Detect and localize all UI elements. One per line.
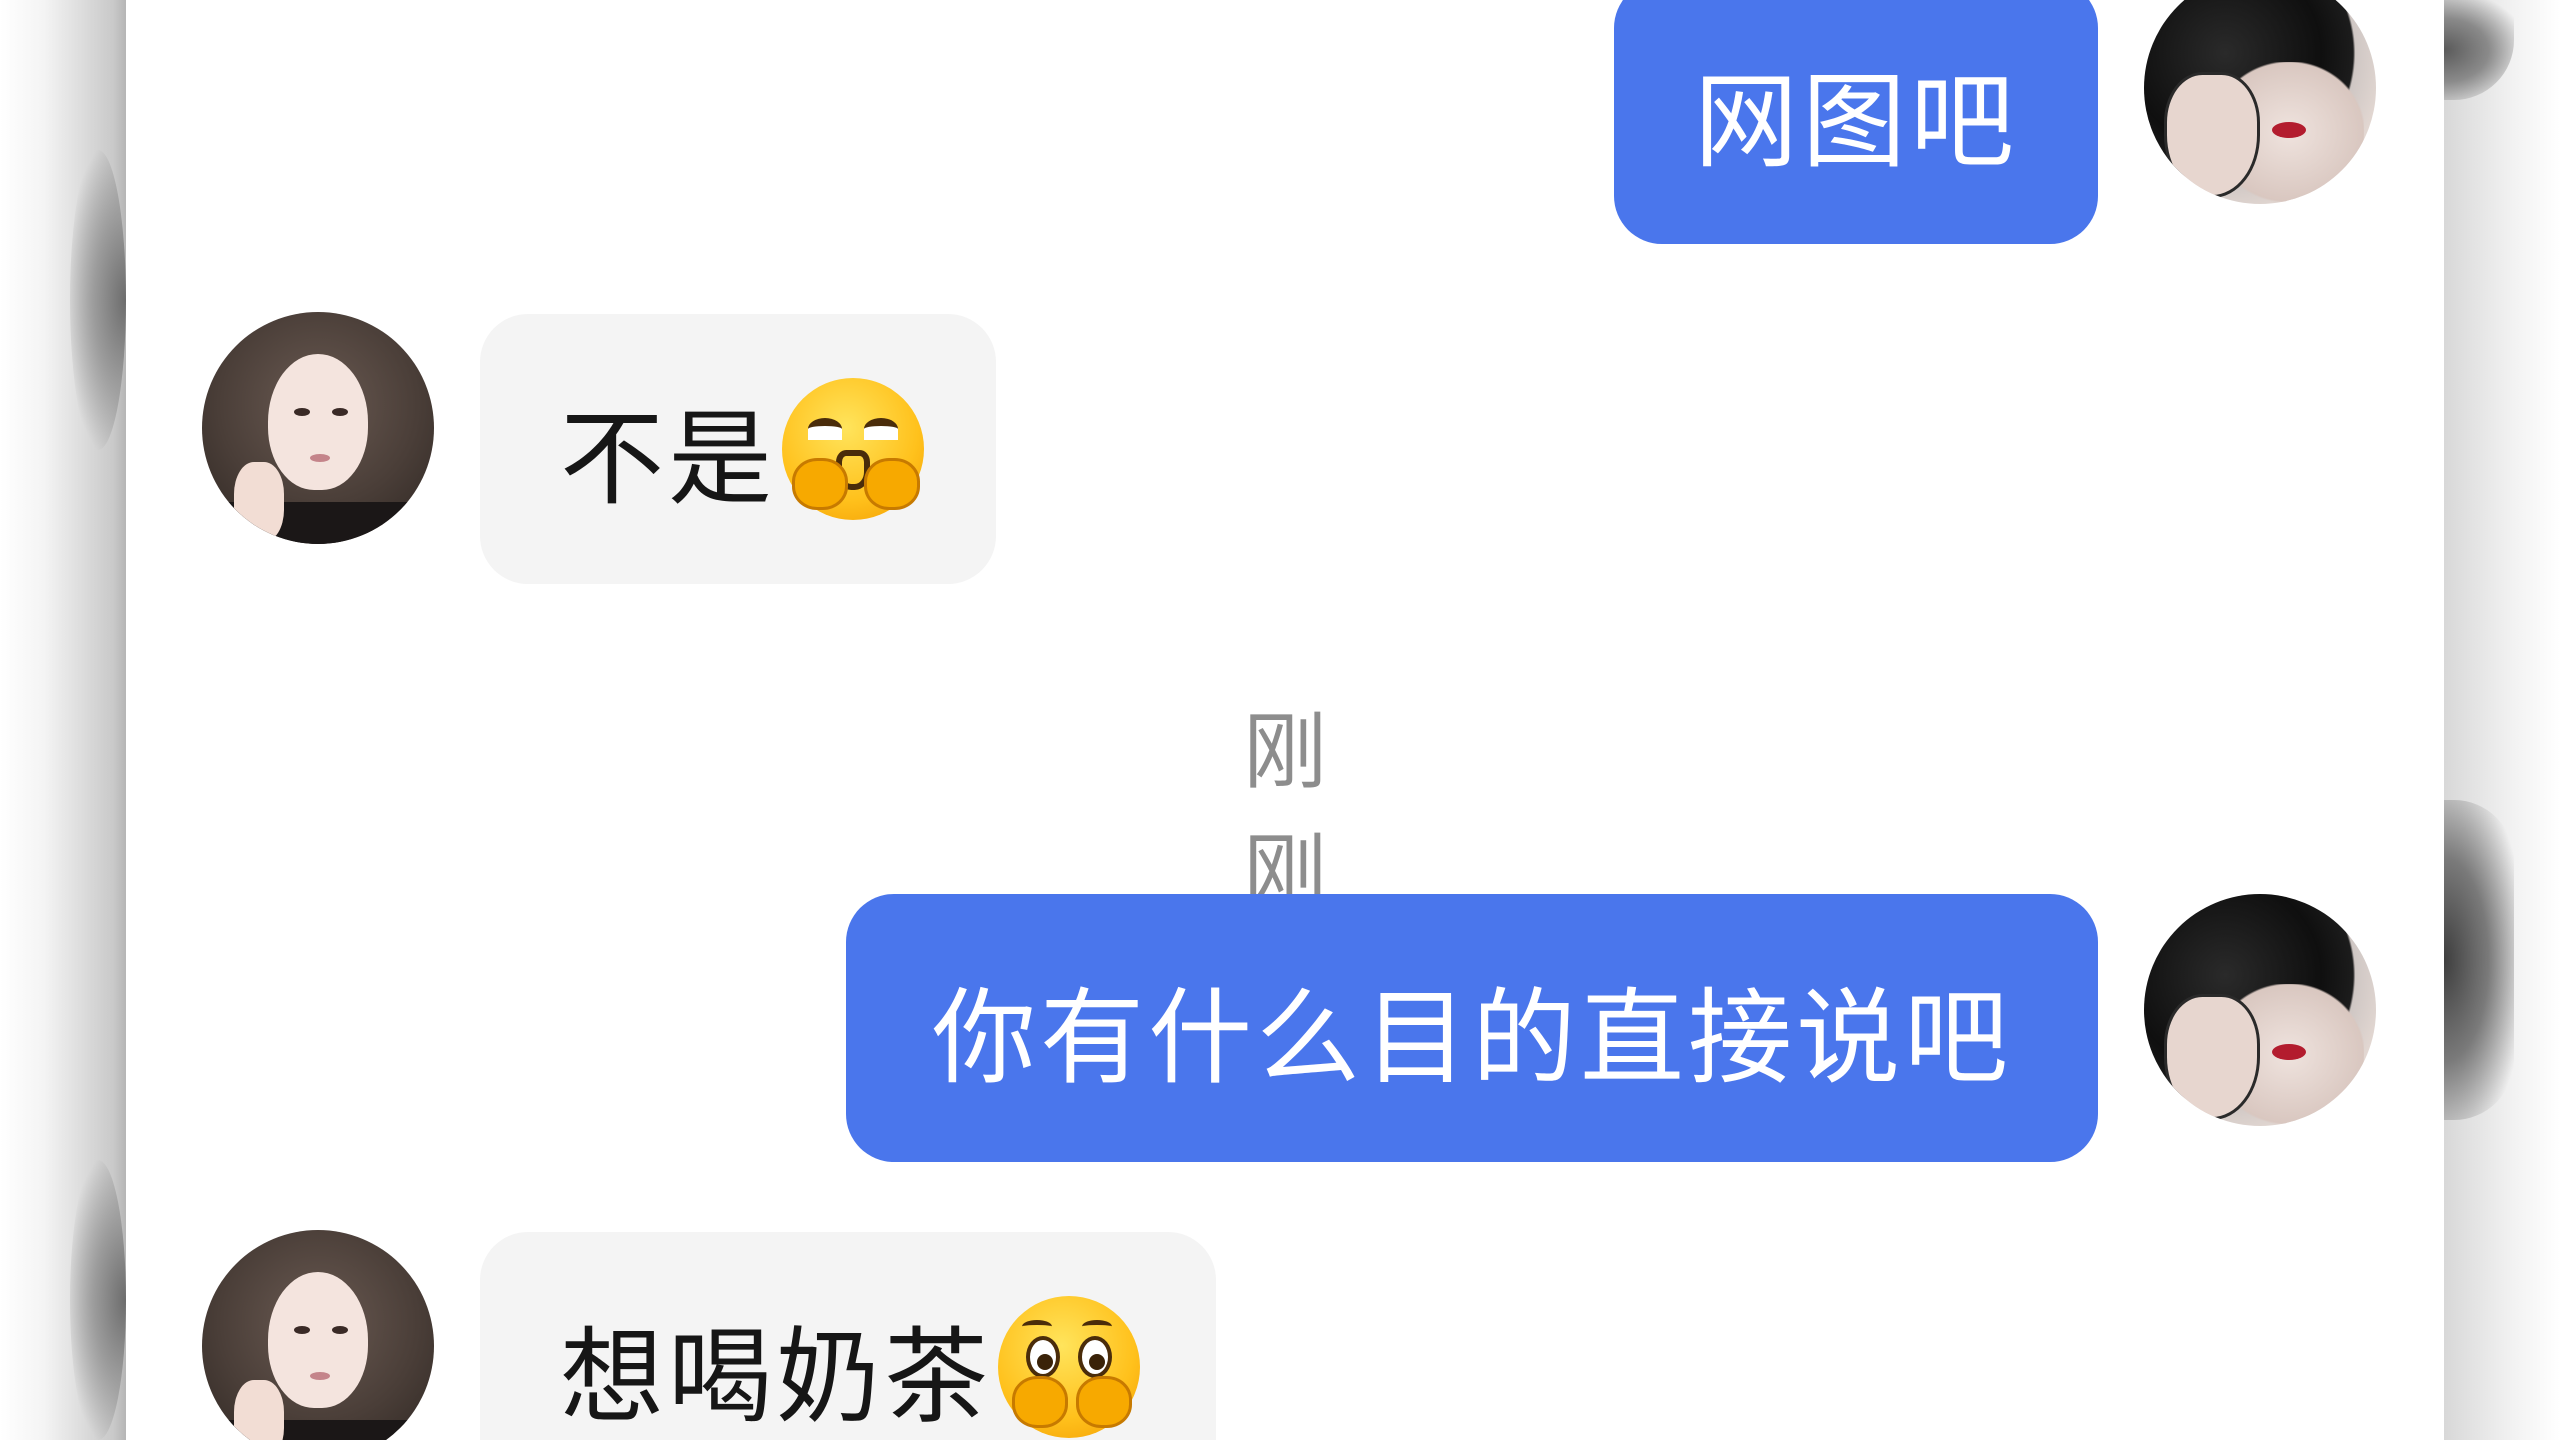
message-text: 网图吧 <box>1693 60 2018 183</box>
message-list[interactable]: 网图吧 不是 刚刚 你有什么目的直接说吧 想喝奶茶 <box>126 0 2444 1440</box>
contact-avatar[interactable] <box>202 1230 434 1440</box>
blurred-background-right <box>2444 0 2560 1440</box>
chat-screen: 网图吧 不是 刚刚 你有什么目的直接说吧 想喝奶茶 <box>0 0 2560 1440</box>
message-text: 想喝奶茶 <box>560 1315 993 1438</box>
pleading-face-emoji <box>998 1296 1141 1438</box>
contact-avatar[interactable] <box>202 312 434 544</box>
message-text: 不是 <box>560 397 777 520</box>
pouting-face-emoji <box>782 378 925 520</box>
message-bubble-outgoing[interactable]: 网图吧 <box>1614 0 2098 244</box>
blurred-background-left <box>0 0 126 1440</box>
timestamp-divider: 刚刚 <box>1242 703 1329 922</box>
my-avatar[interactable] <box>2144 0 2376 204</box>
message-bubble-outgoing[interactable]: 你有什么目的直接说吧 <box>846 894 2098 1162</box>
message-bubble-incoming[interactable]: 不是 <box>480 314 996 584</box>
message-bubble-incoming[interactable]: 想喝奶茶 <box>480 1232 1216 1440</box>
my-avatar[interactable] <box>2144 894 2376 1126</box>
message-text: 你有什么目的直接说吧 <box>931 976 2012 1099</box>
